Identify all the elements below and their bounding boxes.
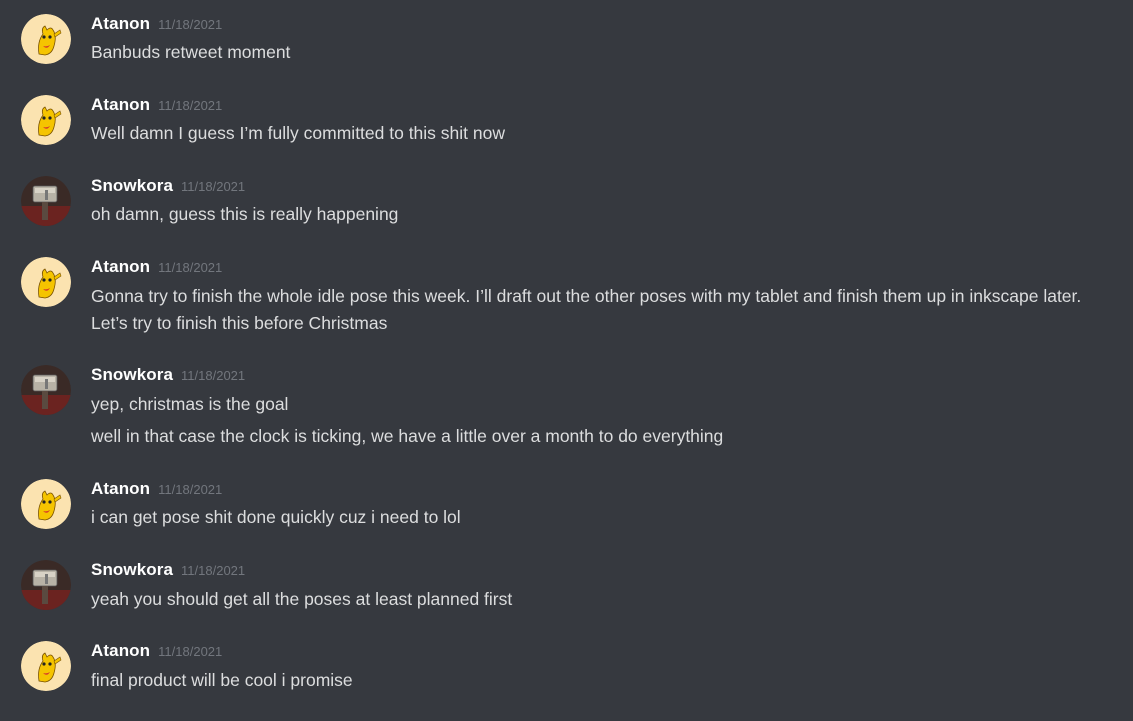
avatar-atanon[interactable] [21,14,71,64]
chat-messages: Atanon 11/18/2021 Banbuds retweet moment … [0,0,1133,721]
message-text: well in that case the clock is ticking, … [91,426,724,446]
message-text: final product will be cool i promise [91,670,353,690]
avatar-atanon[interactable] [21,95,71,145]
timestamp[interactable]: 11/18/2021 [181,368,245,383]
atanon-avatar-icon [21,257,71,307]
message-text: yeah you should get all the poses at lea… [91,589,513,609]
message-header: Atanon 11/18/2021 [91,95,222,117]
snowkora-avatar-icon [21,176,71,226]
message-text: yep, christmas is the goal [91,394,289,414]
timestamp[interactable]: 11/18/2021 [181,179,245,194]
avatar-atanon[interactable] [21,479,71,529]
snowkora-avatar-icon [21,560,71,610]
username[interactable]: Snowkora [91,365,173,384]
message-text: Banbuds retweet moment [91,42,291,62]
message-text: Well damn I guess I’m fully committed to… [91,123,505,143]
timestamp[interactable]: 11/18/2021 [158,482,222,497]
username[interactable]: Snowkora [91,560,173,579]
avatar-snowkora[interactable] [21,365,71,415]
message-header: Atanon 11/18/2021 [91,14,222,36]
username[interactable]: Atanon [91,479,150,498]
username[interactable]: Snowkora [91,176,173,195]
username[interactable]: Atanon [91,257,150,276]
avatar-atanon[interactable] [21,257,71,307]
username[interactable]: Atanon [91,14,150,33]
message-header: Atanon 11/18/2021 [91,479,222,501]
username[interactable]: Atanon [91,641,150,660]
atanon-avatar-icon [21,479,71,529]
timestamp[interactable]: 11/18/2021 [158,17,222,32]
atanon-avatar-icon [21,641,71,691]
atanon-avatar-icon [21,95,71,145]
message-text: oh damn, guess this is really happening [91,204,399,224]
message-header: Atanon 11/18/2021 [91,257,222,279]
timestamp[interactable]: 11/18/2021 [158,98,222,113]
message-text: Gonna try to finish the whole idle pose … [91,286,1082,333]
snowkora-avatar-icon [21,365,71,415]
timestamp[interactable]: 11/18/2021 [181,563,245,578]
avatar-snowkora[interactable] [21,176,71,226]
avatar-snowkora[interactable] [21,560,71,610]
timestamp[interactable]: 11/18/2021 [158,260,222,275]
avatar-atanon[interactable] [21,641,71,691]
message-header: Snowkora 11/18/2021 [91,176,245,198]
message-header: Snowkora 11/18/2021 [91,560,245,582]
message-text: i can get pose shit done quickly cuz i n… [91,507,461,527]
atanon-avatar-icon [21,14,71,64]
username[interactable]: Atanon [91,95,150,114]
message-header: Snowkora 11/18/2021 [91,365,245,387]
message-header: Atanon 11/18/2021 [91,641,222,663]
timestamp[interactable]: 11/18/2021 [158,644,222,659]
